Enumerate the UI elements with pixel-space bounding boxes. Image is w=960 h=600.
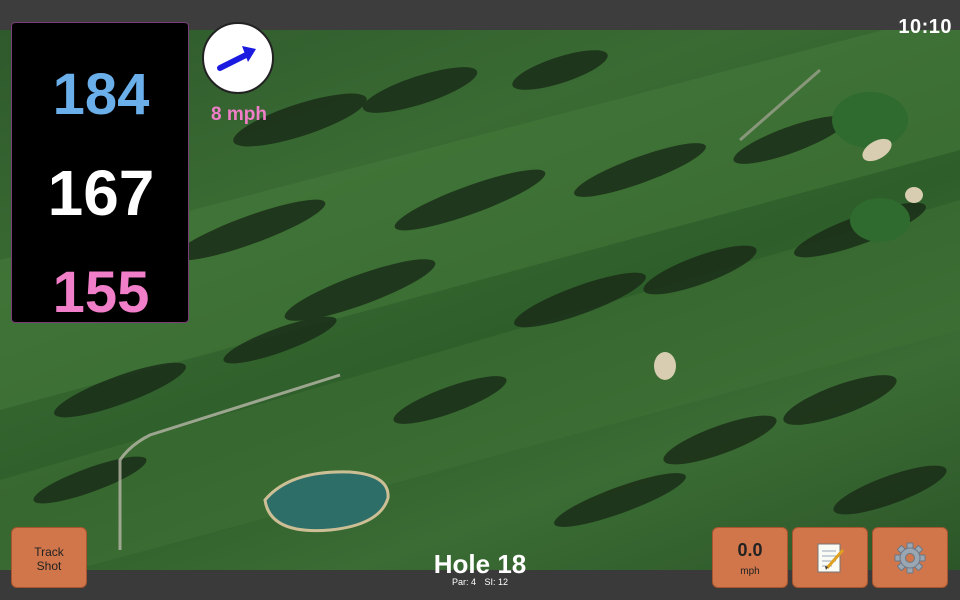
hole-title: Hole 18: [433, 549, 527, 579]
hole-si: SI: 12: [484, 577, 509, 587]
gear-icon: [894, 542, 926, 574]
wind-speed: 8 mph: [211, 104, 267, 125]
hole-par: Par: 4: [451, 577, 476, 587]
clock: 10:10: [898, 16, 952, 38]
back-distance: 184: [52, 62, 150, 127]
track-shot-label-line1: Track: [34, 545, 64, 559]
speed-value: 0.0: [737, 540, 763, 560]
middle-distance: 167: [47, 157, 155, 229]
distance-panel[interactable]: 184 167 155: [11, 22, 189, 323]
front-distance: 155: [52, 260, 150, 325]
settings-button[interactable]: [872, 527, 948, 588]
speed-button[interactable]: 0.0 mph: [712, 527, 788, 588]
hole-info: Par: 4 SI: 12: [380, 577, 580, 587]
speed-unit: mph: [740, 566, 760, 577]
notepad-icon: [817, 543, 845, 573]
track-shot-button[interactable]: Track Shot: [11, 527, 87, 588]
track-shot-label-line2: Shot: [36, 559, 62, 573]
arrow-right-up-icon: [217, 46, 256, 71]
notes-button[interactable]: [792, 527, 868, 588]
wind-indicator: [202, 22, 274, 94]
